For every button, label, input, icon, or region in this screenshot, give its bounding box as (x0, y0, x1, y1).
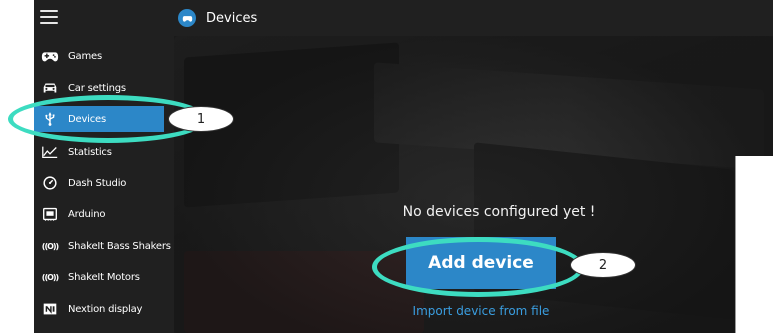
sidebar-item-label: Nextion display (68, 303, 143, 315)
sidebar-item-label: Games (68, 50, 102, 62)
side-panel (735, 156, 773, 333)
chart-line-icon (40, 144, 60, 160)
sidebar-item-arduino[interactable]: Arduino (34, 201, 170, 227)
vibration-icon: ((O)) (41, 241, 59, 251)
devices-app-icon (178, 9, 196, 27)
import-device-link[interactable]: Import device from file (354, 304, 608, 318)
nextion-icon (40, 301, 60, 317)
empty-state-message: No devices configured yet ! (402, 204, 596, 220)
sidebar-item-shakeit-bass-shakers[interactable]: ((O)) ShakeIt Bass Shakers (34, 233, 171, 259)
page-header: Devices (174, 0, 773, 36)
sidebar-item-label: Dash Studio (68, 177, 127, 189)
callout-badge-2: 2 (570, 252, 636, 278)
sidebar-item-nextion-display[interactable]: Nextion display (34, 296, 170, 322)
arduino-board-icon (40, 206, 60, 222)
gamepad-icon (40, 48, 60, 64)
gauge-icon (40, 175, 60, 191)
car-icon (40, 80, 60, 96)
sidebar-item-label: ShakeIt Motors (68, 271, 140, 283)
highlight-ring-add-device (372, 237, 584, 297)
sidebar-item-label: Statistics (68, 146, 112, 158)
sidebar-item-label: ShakeIt Bass Shakers (68, 240, 171, 252)
callout-badge-1: 1 (168, 106, 234, 132)
hamburger-menu-icon[interactable] (40, 10, 58, 24)
sidebar-item-dash-studio[interactable]: Dash Studio (34, 170, 170, 196)
sidebar: Games Car settings Devices Statistics Da (34, 0, 174, 333)
vibration-icon: ((O)) (41, 272, 59, 282)
page-title: Devices (206, 10, 258, 26)
sidebar-item-shakeit-motors[interactable]: ((O)) ShakeIt Motors (34, 264, 170, 290)
sidebar-item-games[interactable]: Games (34, 43, 170, 69)
sidebar-item-label: Car settings (68, 82, 126, 94)
sidebar-item-label: Arduino (68, 208, 106, 220)
